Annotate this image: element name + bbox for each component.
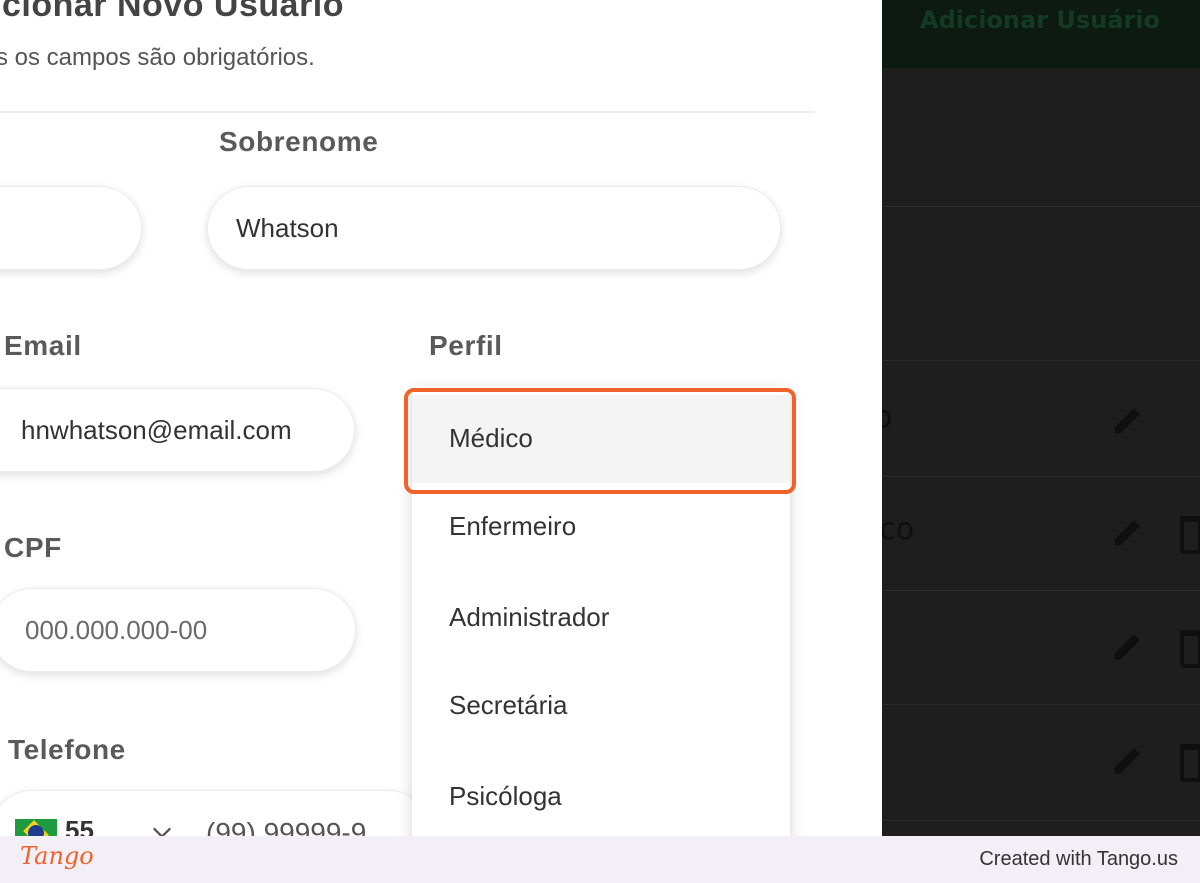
phone-label: Telefone — [8, 734, 126, 765]
row-divider — [882, 704, 1200, 705]
profile-label: Perfil — [429, 330, 503, 361]
row-divider — [882, 360, 1200, 361]
dropdown-option-psicologa[interactable]: Psicóloga — [412, 753, 790, 836]
trash-icon — [1180, 744, 1200, 782]
modal-subtitle: s os campos são obrigatórios. — [0, 44, 315, 71]
dropdown-option-enfermeiro[interactable]: Enfermeiro — [412, 483, 790, 571]
table-cell-text: o — [882, 400, 893, 435]
phone-input[interactable]: 55 (99) 99999-9 — [0, 790, 430, 836]
modal-title: cionar Novo Usuário — [2, 0, 345, 24]
first-name-input[interactable] — [0, 186, 142, 270]
trash-icon — [1180, 516, 1200, 554]
created-with-credit: Created with Tango.us — [979, 848, 1178, 870]
table-cell-text: dico — [882, 512, 915, 547]
divider — [0, 111, 815, 113]
edit-icon — [1114, 748, 1140, 774]
dropdown-option-secretaria[interactable]: Secretária — [412, 662, 790, 750]
trash-icon — [1180, 630, 1200, 668]
edit-icon — [1114, 634, 1140, 660]
background-header: Adicionar Usuário — [882, 0, 1200, 68]
tango-logo: Tango — [20, 842, 94, 870]
highlight-box — [404, 388, 796, 494]
edit-icon — [1114, 408, 1140, 434]
row-divider — [882, 476, 1200, 477]
screen: Adicionar Usuário o dico cionar Novo Usu… — [0, 0, 1200, 836]
last-name-input[interactable]: Whatson — [207, 186, 781, 270]
row-divider — [882, 820, 1200, 821]
dropdown-option-administrador[interactable]: Administrador — [412, 574, 790, 662]
cpf-placeholder: 000.000.000-00 — [25, 615, 208, 645]
chevron-down-icon[interactable] — [151, 821, 173, 836]
cpf-input[interactable]: 000.000.000-00 — [0, 588, 356, 672]
tango-footer: Tango Created with Tango.us — [0, 836, 1200, 883]
country-code: 55 — [65, 815, 94, 836]
email-label: Email — [4, 330, 82, 361]
email-input[interactable]: hnwhatson@email.com — [0, 388, 355, 472]
cpf-label: CPF — [4, 532, 62, 563]
row-divider — [882, 590, 1200, 591]
add-user-modal: cionar Novo Usuário s os campos são obri… — [0, 0, 882, 836]
row-divider — [882, 206, 1200, 207]
last-name-label: Sobrenome — [219, 126, 379, 157]
phone-placeholder: (99) 99999-9 — [206, 817, 367, 836]
add-user-button: Adicionar Usuário — [920, 6, 1160, 34]
brazil-flag-icon — [15, 819, 57, 836]
background-page-overlay[interactable]: Adicionar Usuário o dico — [882, 0, 1200, 836]
edit-icon — [1114, 520, 1140, 546]
email-value: hnwhatson@email.com — [21, 415, 292, 445]
last-name-value: Whatson — [236, 213, 339, 243]
